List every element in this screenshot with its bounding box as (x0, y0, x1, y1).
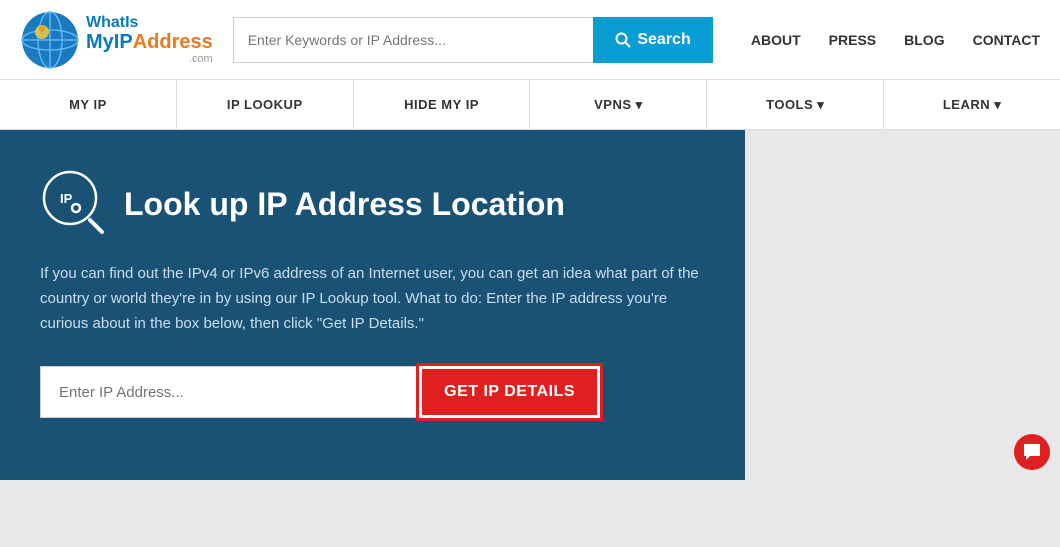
search-bar: Search (233, 17, 713, 63)
side-panel (745, 130, 1060, 480)
chat-bubble-icon (1022, 442, 1042, 462)
search-button-label: Search (637, 31, 690, 49)
panel-header: IP Look up IP Address Location (40, 170, 705, 238)
logo-whatis: WhatIs (86, 14, 213, 32)
main-content: IP Look up IP Address Location If you ca… (0, 130, 1060, 480)
site-header: WhatIs MyIP Address .com Search ABOUT PR… (0, 0, 1060, 80)
search-input[interactable] (233, 17, 594, 63)
nav-hide-my-ip[interactable]: HIDE MY IP (354, 80, 531, 129)
logo-text: WhatIs MyIP Address .com (86, 14, 213, 66)
ip-address-input[interactable] (40, 366, 419, 418)
svg-text:IP: IP (60, 191, 73, 206)
chat-icon[interactable] (1014, 434, 1050, 470)
nav-tools[interactable]: TOOLS ▾ (707, 80, 884, 129)
content-panel: IP Look up IP Address Location If you ca… (0, 130, 745, 480)
search-button[interactable]: Search (593, 17, 712, 63)
get-ip-details-button[interactable]: GET IP DETAILS (419, 366, 600, 418)
search-icon (615, 32, 631, 48)
header-nav: ABOUT PRESS BLOG CONTACT (751, 32, 1040, 48)
panel-title: Look up IP Address Location (124, 186, 565, 223)
ip-lookup-icon: IP (40, 170, 108, 238)
nav-contact[interactable]: CONTACT (973, 32, 1040, 48)
logo-myip: MyIP (86, 31, 133, 53)
nav-vpns[interactable]: VPNS ▾ (530, 80, 707, 129)
nav-ip-lookup[interactable]: IP LOOKUP (177, 80, 354, 129)
nav-my-ip[interactable]: MY IP (0, 80, 177, 129)
nav-about[interactable]: ABOUT (751, 32, 801, 48)
logo-com: .com (86, 53, 213, 65)
logo-address: Address (133, 31, 213, 53)
nav-blog[interactable]: BLOG (904, 32, 944, 48)
logo-globe-icon (20, 10, 80, 70)
nav-learn[interactable]: LEARN ▾ (884, 80, 1060, 129)
main-nav: MY IP IP LOOKUP HIDE MY IP VPNS ▾ TOOLS … (0, 80, 1060, 130)
logo[interactable]: WhatIs MyIP Address .com (20, 10, 213, 70)
ip-input-row: GET IP DETAILS (40, 366, 600, 418)
nav-press[interactable]: PRESS (829, 32, 876, 48)
panel-description: If you can find out the IPv4 or IPv6 add… (40, 262, 705, 336)
